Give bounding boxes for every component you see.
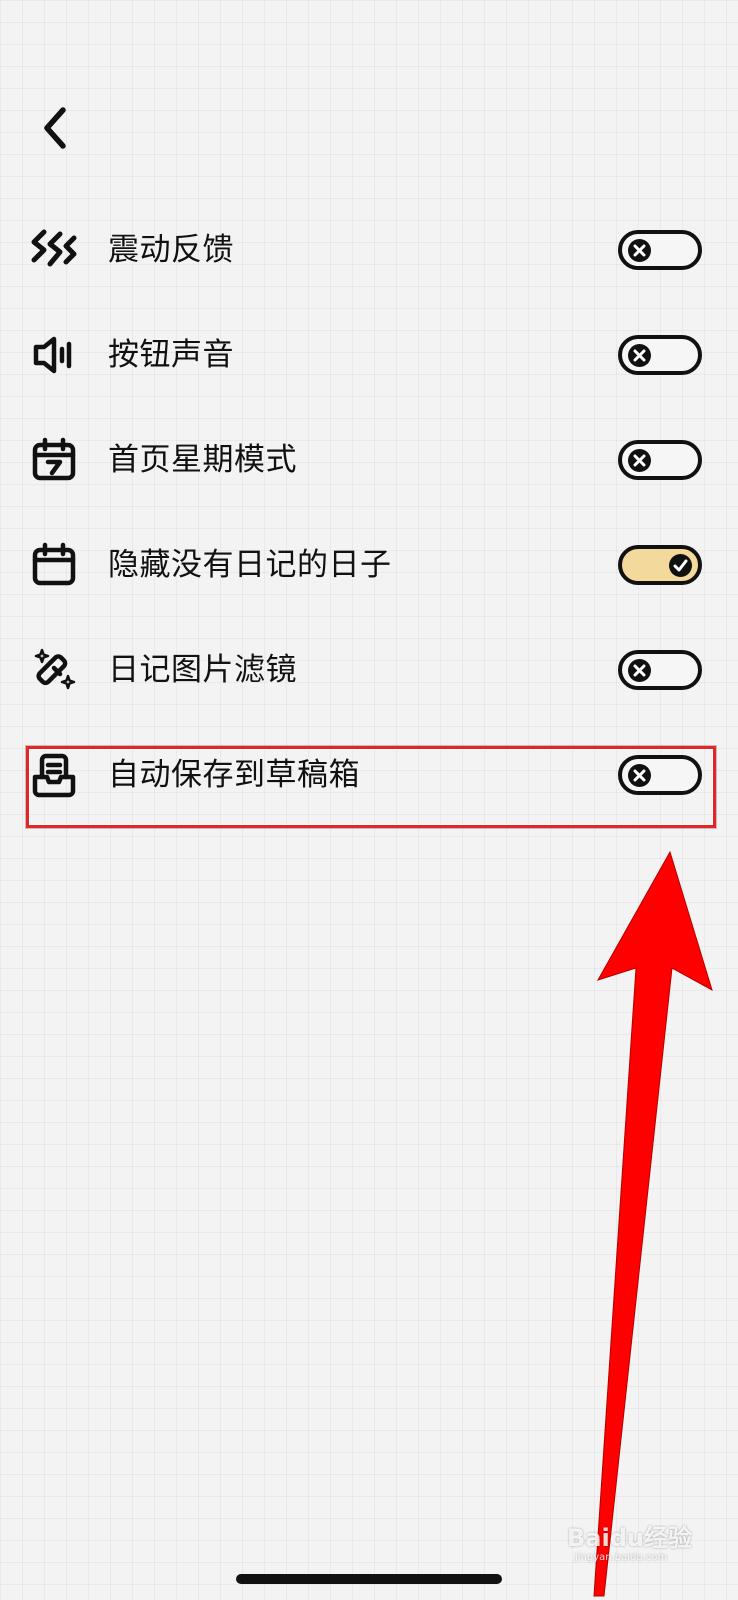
watermark-logo: Baidu经验 [567,1524,692,1552]
watermark-url: jingyan.baidu.com [575,1552,668,1563]
annotation-arrow [593,850,713,1597]
home-indicator [236,1574,502,1584]
